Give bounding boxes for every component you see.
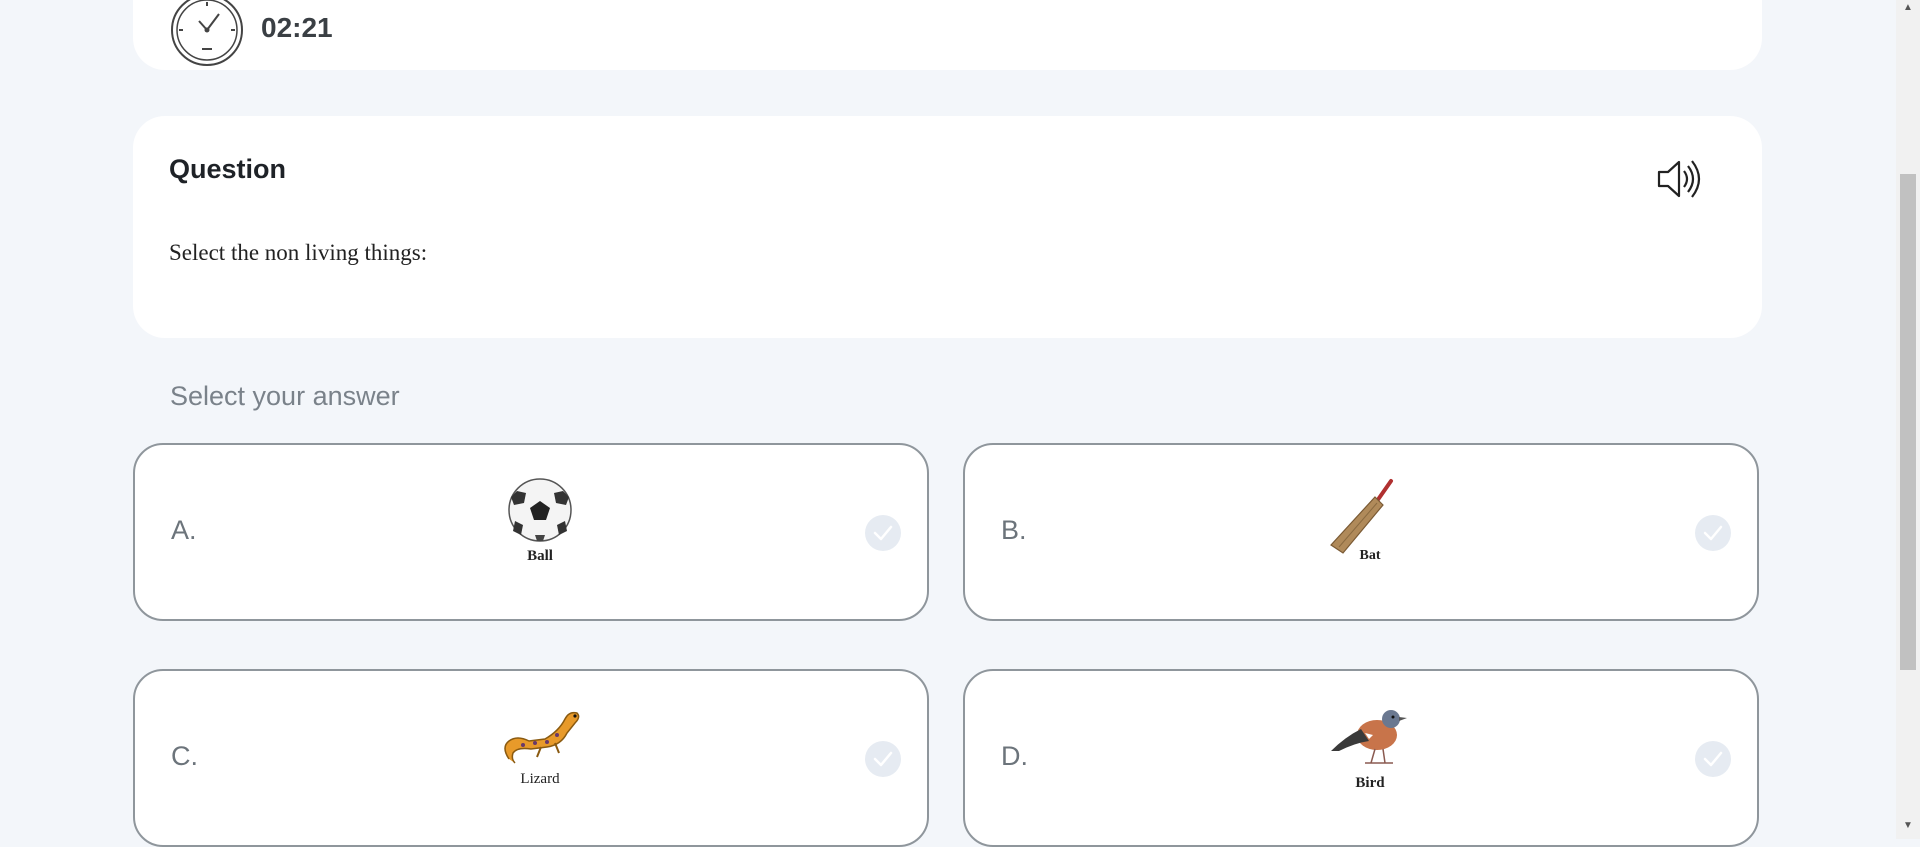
scrollbar[interactable]: ▲ ▼ [1896, 0, 1920, 839]
clock-icon [171, 0, 243, 66]
timer-card: 02:21 [133, 0, 1762, 70]
option-caption: Bird [1355, 775, 1385, 791]
check-circle [1695, 515, 1731, 551]
option-d[interactable]: D. Bird [963, 669, 1759, 847]
scrollbar-thumb[interactable] [1900, 174, 1916, 670]
cricket-bat-image [1330, 479, 1393, 554]
option-a[interactable]: A. Ball [133, 443, 929, 621]
option-letter: B. [1001, 515, 1027, 545]
question-heading: Question [169, 154, 287, 184]
speaker-icon[interactable] [1655, 154, 1705, 204]
timer-value: 02:21 [261, 12, 333, 43]
check-icon [1703, 751, 1723, 767]
answer-heading: Select your answer [170, 381, 400, 411]
bird-image [1331, 710, 1407, 764]
check-icon [873, 751, 893, 767]
soccer-ball-image [508, 478, 572, 542]
question-card: Question Select the non living things: [133, 116, 1762, 338]
check-circle [1695, 741, 1731, 777]
question-text: Select the non living things: [169, 240, 428, 265]
scroll-up-arrow-icon[interactable]: ▲ [1900, 0, 1916, 16]
check-circle [865, 741, 901, 777]
option-caption: Lizard [520, 771, 560, 787]
lizard-image [504, 711, 580, 764]
option-caption: Ball [527, 548, 553, 564]
check-circle [865, 515, 901, 551]
option-letter: C. [171, 741, 198, 771]
scroll-down-arrow-icon[interactable]: ▼ [1900, 818, 1916, 834]
option-letter: D. [1001, 741, 1028, 771]
check-icon [1703, 525, 1723, 541]
option-c[interactable]: C. Lizard [133, 669, 929, 847]
option-b[interactable]: B. Bat [963, 443, 1759, 621]
check-icon [873, 525, 893, 541]
option-caption: Bat [1359, 548, 1381, 563]
option-letter: A. [171, 515, 197, 545]
